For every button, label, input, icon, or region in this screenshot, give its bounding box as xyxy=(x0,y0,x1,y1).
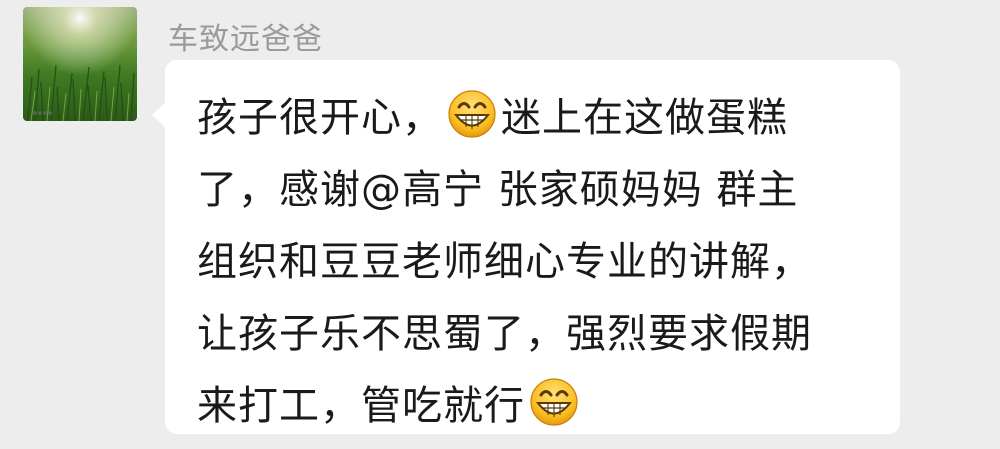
message-line: 孩子很开心， 迷上在这做蛋糕 xyxy=(197,82,870,154)
sender-avatar[interactable] xyxy=(23,7,137,121)
message-text: 迷上在这做蛋糕 xyxy=(501,95,788,141)
message-line: 组织和豆豆老师细心专业的讲解， xyxy=(197,226,870,298)
grinning-face-emoji-icon xyxy=(529,377,579,427)
message-text: 孩子很开心， xyxy=(197,95,443,141)
sender-name: 车致远爸爸 xyxy=(168,22,323,57)
message-text: 来打工，管吃就行 xyxy=(197,383,525,429)
chat-screen: { "message": { "sender_name": "车致远爸爸", "… xyxy=(0,0,1000,449)
grinning-face-emoji-icon xyxy=(447,89,497,139)
message-line: 来打工，管吃就行 xyxy=(197,370,870,442)
message-text: 了，感谢@高宁 张家硕妈妈 群主 xyxy=(197,167,799,213)
message-bubble[interactable]: 孩子很开心， 迷上在这做蛋糕 了，感谢@高宁 张家硕妈妈 群主 组织和豆豆老师细心… xyxy=(152,60,900,434)
grass-photo-icon xyxy=(23,7,137,121)
bubble-tail xyxy=(152,102,166,128)
message-line: 了，感谢@高宁 张家硕妈妈 群主 xyxy=(197,154,870,226)
message-text: 组织和豆豆老师细心专业的讲解， xyxy=(197,239,812,285)
message-line: 让孩子乐不思蜀了，强烈要求假期 xyxy=(197,298,870,370)
message-text: 让孩子乐不思蜀了，强烈要求假期 xyxy=(197,311,812,357)
